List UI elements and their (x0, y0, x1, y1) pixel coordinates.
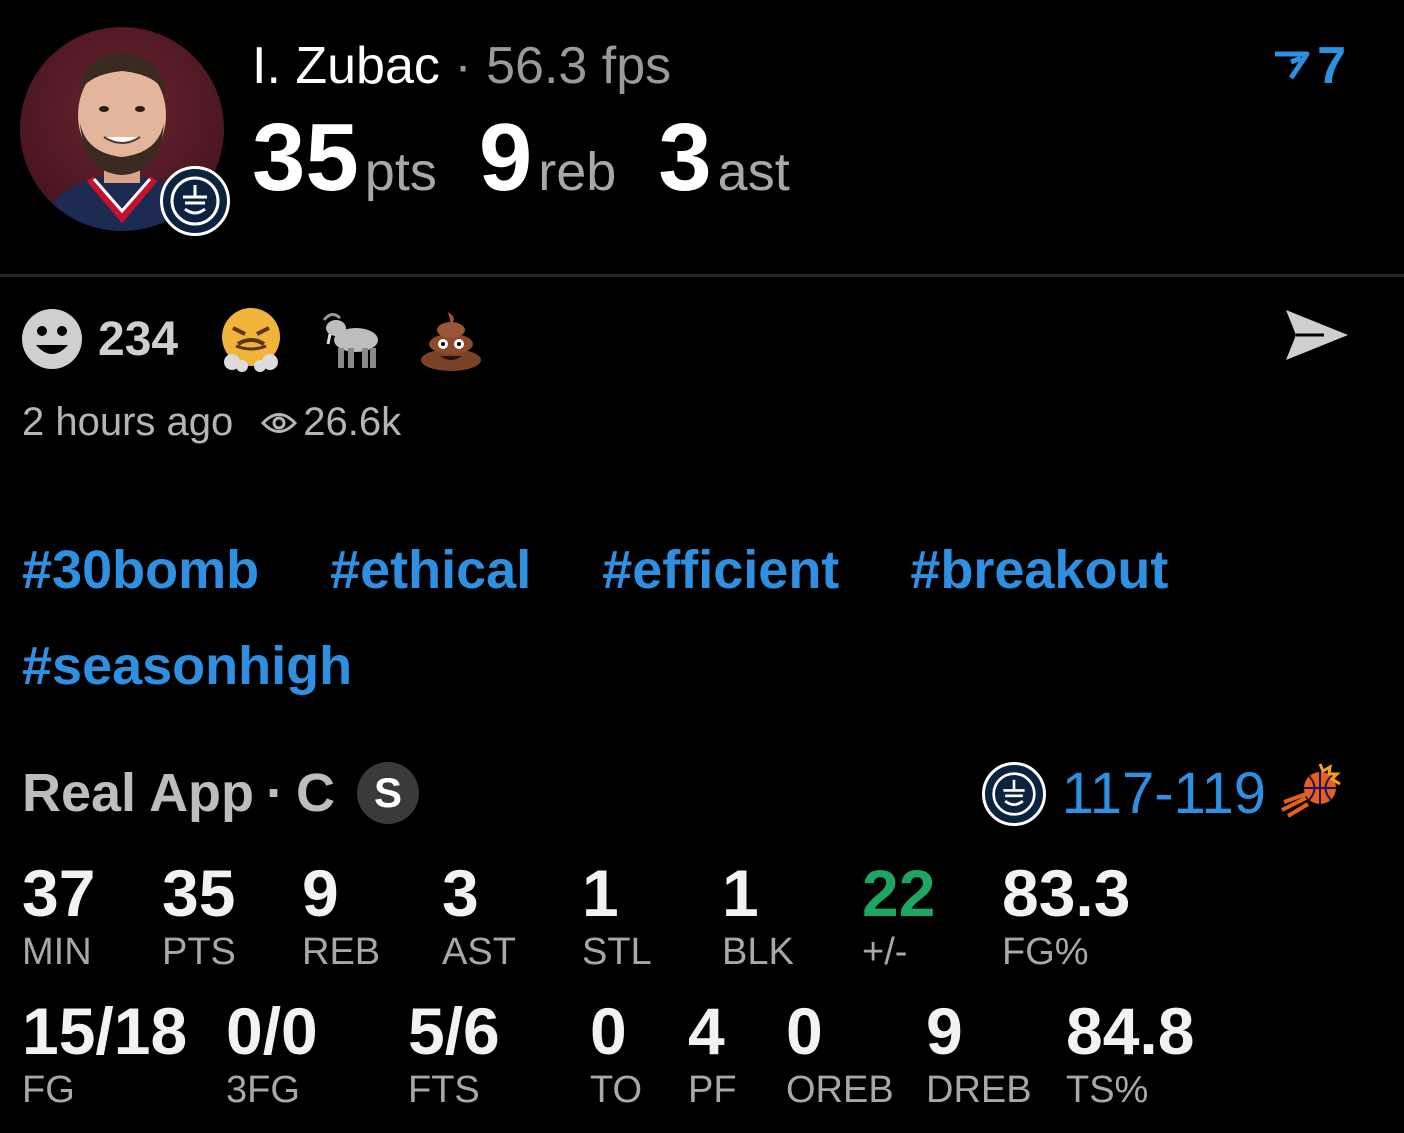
suns-logo-icon (1280, 762, 1346, 825)
hashtag[interactable]: #ethical (330, 522, 531, 618)
goat-emoji-icon[interactable] (318, 306, 384, 372)
hashtag-list: #30bomb #ethical #efficient #breakout #s… (22, 522, 1302, 714)
stat-label: FG% (1002, 931, 1089, 973)
stat-label: 3FG (226, 1069, 300, 1111)
player-name[interactable]: I. Zubac (252, 37, 440, 95)
stat-label: OREB (786, 1069, 894, 1111)
reaction-bar: 234 (20, 305, 518, 373)
reaction-count: 234 (98, 312, 179, 366)
stat-label: BLK (722, 931, 794, 973)
stat-value: 0/0 (226, 994, 318, 1068)
divider (0, 274, 1404, 277)
stat-value: 84.8 (1066, 994, 1195, 1068)
stat-ast: 3 AST (442, 858, 516, 974)
stat-label: TS% (1066, 1069, 1149, 1111)
pts-unit: pts (364, 142, 437, 202)
stat-pts: 35 PTS (162, 858, 236, 974)
separator-dot: · (266, 763, 285, 823)
player-line: I. Zubac · 56.3 fps (252, 36, 671, 96)
stat-fg-pct: 83.3 FG% (1002, 858, 1130, 974)
stat-label: DREB (926, 1069, 1032, 1111)
stat-value: 15/18 (22, 994, 188, 1068)
post-time: 2 hours ago (22, 400, 234, 444)
stat-label: REB (302, 931, 381, 973)
stat-value: 3 (442, 856, 479, 930)
stat-blk: 1 BLK (722, 858, 794, 974)
reb-value: 9 (478, 104, 533, 211)
stat-min: 37 MIN (22, 858, 95, 974)
view-count: 26.6k (261, 400, 401, 445)
share-icon[interactable] (1284, 306, 1350, 369)
hashtag[interactable]: #30bomb (22, 522, 259, 618)
stat-value: 5/6 (408, 994, 500, 1068)
stat-label: FG (22, 1069, 75, 1111)
hashtag[interactable]: #breakout (910, 522, 1168, 618)
upvote-arrow-icon (1275, 51, 1310, 80)
headline-stats: 35 pts 9 reb 3 ast (252, 108, 832, 236)
stat-pf: 4 PF (688, 996, 737, 1112)
stat-value: 4 (688, 994, 725, 1068)
eye-icon (261, 412, 298, 433)
ast-unit: ast (717, 142, 790, 202)
vote-count: 7 (1317, 37, 1346, 95)
stat-value: 22 (862, 856, 936, 930)
stat-ts-pct: 84.8 TS% (1066, 996, 1194, 1112)
stat-label: PF (688, 1069, 737, 1111)
stat-label: MIN (22, 931, 92, 973)
team-logo-icon (160, 166, 230, 236)
angry-emoji-icon[interactable] (218, 306, 284, 372)
stat-dreb: 9 DREB (926, 996, 1032, 1112)
score-text: 117-119 (1061, 761, 1266, 826)
stat-plus-minus: 22 +/- (862, 858, 935, 974)
reb-unit: reb (538, 142, 617, 202)
home-team-logo-icon (981, 761, 1046, 826)
game-score[interactable]: 117-119 (981, 760, 1346, 827)
separator-dot: · (454, 37, 472, 95)
stat-value: 83.3 (1002, 856, 1131, 930)
stat-reb: 9 REB (302, 858, 380, 974)
stat-label: FTS (408, 1069, 480, 1111)
stat-label: +/- (862, 931, 908, 973)
vote-button[interactable]: 7 (1271, 36, 1346, 96)
stat-stl: 1 STL (582, 858, 652, 974)
stat-value: 35 (162, 856, 236, 930)
player-position: C (296, 763, 336, 823)
stat-label: TO (590, 1069, 643, 1111)
fps-value: 56.3 fps (486, 37, 672, 95)
stat-label: AST (442, 931, 516, 973)
stat-value: 0 (590, 994, 627, 1068)
app-name: Real App (22, 763, 255, 823)
stat-3fg: 0/0 3FG (226, 996, 318, 1112)
stat-value: 37 (22, 856, 96, 930)
hashtag[interactable]: #seasonhigh (22, 618, 352, 714)
stat-value: 1 (582, 856, 619, 930)
views-text: 26.6k (303, 400, 402, 444)
stat-value: 9 (302, 856, 339, 930)
poop-emoji-icon[interactable] (418, 306, 484, 372)
stat-fg: 15/18 FG (22, 996, 187, 1112)
stat-value: 0 (786, 994, 823, 1068)
stat-value: 1 (722, 856, 759, 930)
stat-label: PTS (162, 931, 236, 973)
pts-value: 35 (252, 104, 359, 211)
starter-badge: S (357, 762, 420, 824)
game-source: Real App · C S (22, 762, 420, 824)
ast-value: 3 (658, 104, 712, 211)
post-meta: 2 hours ago 26.6k (22, 400, 401, 445)
hashtag[interactable]: #efficient (602, 522, 839, 618)
stat-value: 9 (926, 994, 963, 1068)
stat-fts: 5/6 FTS (408, 996, 500, 1112)
smiley-icon[interactable] (20, 307, 84, 371)
stat-to: 0 TO (590, 996, 642, 1112)
stat-oreb: 0 OREB (786, 996, 894, 1112)
stat-label: STL (582, 931, 652, 973)
